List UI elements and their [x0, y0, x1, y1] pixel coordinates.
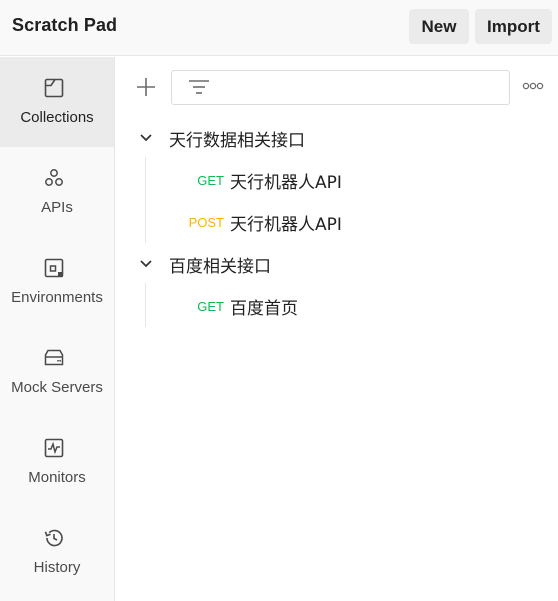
sidebar-item-label: Environments: [11, 289, 103, 306]
sidebar-item-mock-servers[interactable]: Mock Servers: [0, 327, 114, 417]
import-button[interactable]: Import: [475, 9, 552, 44]
request-name: 天行机器人API: [230, 214, 342, 235]
sidebar-item-apis[interactable]: APIs: [0, 147, 114, 237]
collection-name: 百度相关接口: [169, 256, 271, 277]
sidebar-item-label: APIs: [41, 199, 73, 216]
sidebar-item-monitors[interactable]: Monitors: [0, 417, 114, 507]
mock-servers-icon: [44, 349, 64, 366]
request-method: POST: [188, 214, 224, 230]
plus-icon[interactable]: [135, 76, 157, 98]
collection-name: 天行数据相关接口: [169, 130, 305, 151]
apis-icon: [45, 169, 63, 186]
collections-panel: 天行数据相关接口 GET 天行机器人API POST 天行机器人API 百度相关…: [116, 57, 558, 601]
sidebar: Collections APIs Environments Mock Serve…: [0, 57, 115, 601]
request-name: 百度首页: [230, 298, 298, 319]
top-bar: Scratch Pad New Import: [0, 0, 558, 56]
more-options-icon[interactable]: [522, 79, 544, 93]
environments-icon: [44, 258, 64, 278]
collection-row[interactable]: 天行数据相关接口: [116, 119, 558, 157]
monitors-icon: [44, 438, 64, 458]
workspace-title: Scratch Pad: [12, 15, 118, 35]
sidebar-item-label: Monitors: [28, 469, 86, 486]
filter-icon: [189, 80, 209, 94]
sidebar-item-collections[interactable]: Collections: [0, 57, 114, 147]
sidebar-item-environments[interactable]: Environments: [0, 237, 114, 327]
request-row[interactable]: GET 百度首页: [116, 287, 558, 325]
request-name: 天行机器人API: [230, 172, 342, 193]
history-icon: [44, 529, 63, 547]
chevron-down-icon[interactable]: [138, 256, 154, 272]
new-button[interactable]: New: [409, 9, 469, 44]
sidebar-item-label: Collections: [20, 109, 94, 126]
sidebar-item-label: Mock Servers: [11, 379, 103, 396]
collection-row[interactable]: 百度相关接口: [116, 245, 558, 283]
collections-icon: [44, 78, 64, 98]
chevron-down-icon[interactable]: [138, 130, 154, 146]
sidebar-item-label: History: [33, 559, 81, 576]
request-method: GET: [197, 172, 224, 188]
request-row[interactable]: POST 天行机器人API: [116, 203, 558, 241]
request-row[interactable]: GET 天行机器人API: [116, 161, 558, 199]
sidebar-item-history[interactable]: History: [0, 507, 114, 597]
filter-input[interactable]: [171, 70, 510, 105]
request-method: GET: [197, 298, 224, 314]
